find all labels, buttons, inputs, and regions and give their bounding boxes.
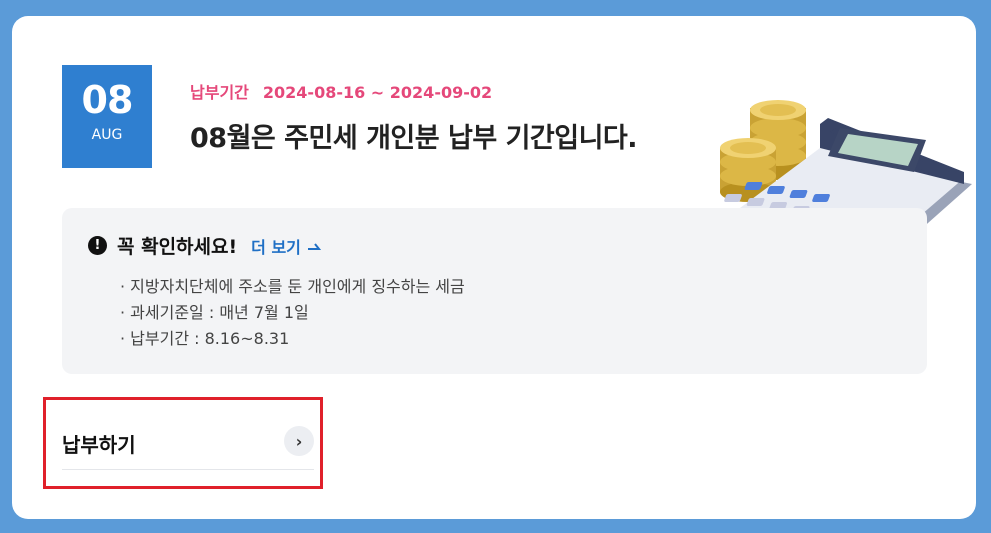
notice-box: ! 꼭 확인하세요! 더 보기 지방자치단체에 주소를 둔 개인에게 징수하는 …	[62, 208, 927, 374]
period-range: 2024-08-16 ~ 2024-09-02	[262, 83, 493, 102]
more-link-label: 더 보기	[251, 237, 301, 257]
page-title: 08월은 주민세 개인분 납부 기간입니다.	[190, 123, 638, 154]
date-badge: 08 AUG	[62, 65, 152, 168]
notice-title: 꼭 확인하세요!	[117, 236, 238, 258]
date-day: 08	[81, 78, 134, 122]
exclamation-circle-icon: !	[88, 236, 107, 255]
date-month: AUG	[91, 127, 123, 143]
notice-item: 납부기간 : 8.16~8.31	[120, 326, 465, 352]
notice-header: ! 꼭 확인하세요! 더 보기	[88, 232, 321, 259]
notice-list: 지방자치단체에 주소를 둔 개인에게 징수하는 세금 과세기준일 : 매년 7월…	[120, 274, 465, 352]
notice-item: 지방자치단체에 주소를 둔 개인에게 징수하는 세금	[120, 274, 465, 300]
chevron-right-icon: ›	[284, 426, 314, 456]
pay-label: 납부하기	[62, 433, 136, 457]
payment-period: 납부기간 2024-08-16 ~ 2024-09-02	[190, 79, 492, 103]
external-arrow-icon	[307, 242, 321, 250]
notice-item: 과세기준일 : 매년 7월 1일	[120, 300, 465, 326]
pay-button[interactable]: 납부하기 ›	[62, 419, 314, 470]
period-label: 납부기간	[190, 83, 249, 102]
more-link[interactable]: 더 보기	[251, 234, 321, 258]
tax-card: 08 AUG 납부기간 2024-08-16 ~ 2024-09-02 08월은 …	[12, 16, 976, 519]
